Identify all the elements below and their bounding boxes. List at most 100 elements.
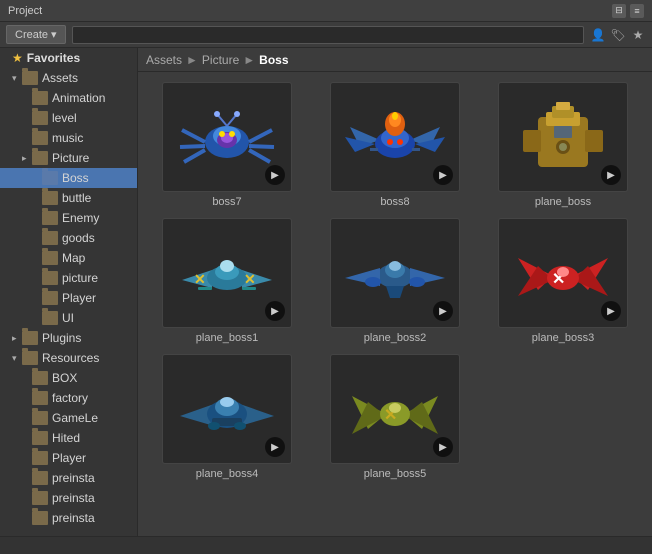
asset-item-plane-boss5[interactable]: ✕ ▶ plane_boss5 — [316, 354, 474, 480]
search-input[interactable] — [72, 26, 584, 44]
breadcrumb-assets[interactable]: Assets — [146, 53, 182, 67]
sidebar-item-label: Animation — [52, 91, 105, 105]
sidebar-item-level[interactable]: level — [0, 108, 137, 128]
sidebar-item-map[interactable]: Map — [0, 248, 137, 268]
sidebar-item-label: goods — [62, 231, 95, 245]
folder-icon — [32, 91, 48, 105]
asset-item-plane-boss3[interactable]: ✕ ▶ plane_boss3 — [484, 218, 642, 344]
toolbar: Create ▾ 👤 🏷 ★ — [0, 22, 652, 48]
person-icon[interactable]: 👤 — [590, 27, 606, 43]
folder-icon — [32, 491, 48, 505]
sidebar-item-label: music — [52, 131, 83, 145]
breadcrumb-boss[interactable]: Boss — [259, 53, 288, 67]
sidebar-item-box[interactable]: BOX — [0, 368, 137, 388]
play-button-plane-boss5[interactable]: ▶ — [433, 437, 453, 457]
sidebar-item-music[interactable]: music — [0, 128, 137, 148]
sidebar-item-preinsta-3[interactable]: preinsta — [0, 508, 137, 528]
asset-thumb-plane-boss5: ✕ ▶ — [330, 354, 460, 464]
sidebar-item-preinsta-2[interactable]: preinsta — [0, 488, 137, 508]
arrow-down-icon: ▾ — [12, 353, 22, 364]
sidebar-item-label: preinsta — [52, 511, 95, 525]
folder-icon — [32, 151, 48, 165]
sidebar-item-goods[interactable]: goods — [0, 228, 137, 248]
tag-icon[interactable]: 🏷 — [610, 27, 626, 43]
play-button-boss8[interactable]: ▶ — [433, 165, 453, 185]
sidebar-item-label: Hited — [52, 431, 80, 445]
asset-item-plane-boss[interactable]: ▶ plane_boss — [484, 82, 642, 208]
options-icon[interactable]: ≡ — [630, 4, 644, 18]
sidebar-item-gamele[interactable]: GameLe — [0, 408, 137, 428]
arrow-right-icon: ▸ — [22, 153, 32, 164]
content-area: Assets ► Picture ► Boss — [138, 48, 652, 536]
title-bar-left: Project — [8, 5, 42, 17]
play-button-boss7[interactable]: ▶ — [265, 165, 285, 185]
asset-thumb-boss7: ▶ — [162, 82, 292, 192]
asset-label-boss8: boss8 — [380, 196, 409, 208]
arrow-down-icon: ▾ — [12, 73, 22, 84]
sidebar-item-picture[interactable]: ▸ Picture — [0, 148, 137, 168]
toolbar-icons: 👤 🏷 ★ — [590, 27, 646, 43]
sidebar-item-hited[interactable]: Hited — [0, 428, 137, 448]
asset-item-plane-boss4[interactable]: ▶ plane_boss4 — [148, 354, 306, 480]
play-button-plane-boss1[interactable]: ▶ — [265, 301, 285, 321]
svg-text:✕: ✕ — [244, 271, 256, 287]
sidebar-item-player[interactable]: Player — [0, 288, 137, 308]
folder-icon — [32, 371, 48, 385]
sidebar-item-favorites[interactable]: ★ Favorites — [0, 48, 137, 68]
sidebar-item-label: picture — [62, 271, 98, 285]
asset-item-plane-boss1[interactable]: ✕ ✕ ▶ plane_boss1 — [148, 218, 306, 344]
sidebar-item-resources[interactable]: ▾ Resources — [0, 348, 137, 368]
sidebar-item-label: preinsta — [52, 491, 95, 505]
folder-icon — [42, 231, 58, 245]
sidebar-item-label: Map — [62, 251, 85, 265]
sidebar-item-label: Plugins — [42, 331, 81, 345]
play-button-plane-boss4[interactable]: ▶ — [265, 437, 285, 457]
folder-icon — [32, 131, 48, 145]
folder-icon — [42, 311, 58, 325]
arrow-right-icon: ▸ — [12, 333, 22, 344]
sidebar-item-plugins[interactable]: ▸ Plugins — [0, 328, 137, 348]
sidebar-item-label: Assets — [42, 71, 78, 85]
sidebar-item-player-res[interactable]: Player — [0, 448, 137, 468]
asset-item-plane-boss2[interactable]: ▶ plane_boss2 — [316, 218, 474, 344]
asset-thumb-plane-boss3: ✕ ▶ — [498, 218, 628, 328]
sidebar-item-ui[interactable]: UI — [0, 308, 137, 328]
asset-label-plane-boss2: plane_boss2 — [364, 332, 426, 344]
breadcrumb-picture[interactable]: Picture — [202, 53, 239, 67]
play-button-plane-boss3[interactable]: ▶ — [601, 301, 621, 321]
asset-label-boss7: boss7 — [212, 196, 241, 208]
sidebar-item-label: Player — [52, 451, 86, 465]
asset-item-boss7[interactable]: ▶ boss7 — [148, 82, 306, 208]
folder-icon — [42, 211, 58, 225]
asset-thumb-plane-boss2: ▶ — [330, 218, 460, 328]
sidebar-item-picture-sub[interactable]: picture — [0, 268, 137, 288]
sidebar-item-enemy[interactable]: Enemy — [0, 208, 137, 228]
sidebar-item-label: GameLe — [52, 411, 98, 425]
sidebar: ★ Favorites ▾ Assets Animation level mus… — [0, 48, 138, 536]
folder-icon — [42, 291, 58, 305]
sidebar-item-label: Resources — [42, 351, 99, 365]
sidebar-item-buttle[interactable]: buttle — [0, 188, 137, 208]
folder-icon — [32, 411, 48, 425]
sidebar-item-boss[interactable]: Boss — [0, 168, 137, 188]
sidebar-item-label: preinsta — [52, 471, 95, 485]
breadcrumb-sep-1: ► — [186, 53, 198, 67]
asset-grid: ▶ boss7 — [138, 72, 652, 536]
asset-thumb-plane-boss: ▶ — [498, 82, 628, 192]
status-bar — [0, 536, 652, 554]
sidebar-item-label: Enemy — [62, 211, 99, 225]
dropdown-arrow-icon: ▾ — [51, 28, 57, 41]
sidebar-item-preinsta-1[interactable]: preinsta — [0, 468, 137, 488]
star-toolbar-icon[interactable]: ★ — [630, 27, 646, 43]
asset-label-plane-boss5: plane_boss5 — [364, 468, 426, 480]
create-button[interactable]: Create ▾ — [6, 25, 66, 44]
play-button-plane-boss2[interactable]: ▶ — [433, 301, 453, 321]
sidebar-item-factory[interactable]: factory — [0, 388, 137, 408]
asset-item-boss8[interactable]: ▶ boss8 — [316, 82, 474, 208]
sidebar-item-animation[interactable]: Animation — [0, 88, 137, 108]
play-button-plane-boss[interactable]: ▶ — [601, 165, 621, 185]
layout-icon[interactable]: ⊟ — [612, 4, 626, 18]
sidebar-item-label: Player — [62, 291, 96, 305]
sidebar-item-assets[interactable]: ▾ Assets — [0, 68, 137, 88]
sidebar-item-label: buttle — [62, 191, 91, 205]
